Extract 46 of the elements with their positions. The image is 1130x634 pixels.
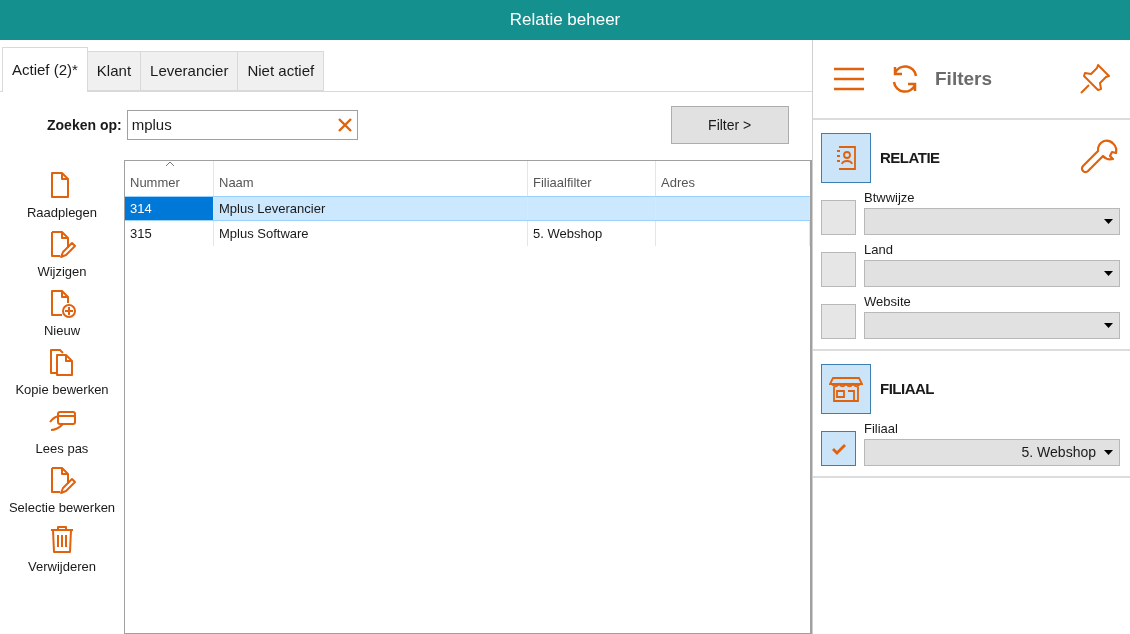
section-title: FILIAAL: [880, 378, 934, 399]
toolbar-action[interactable]: Kopie bewerken: [15, 347, 109, 397]
dropdown-caret-icon: [1104, 450, 1113, 455]
table-cell: Mplus Software: [214, 221, 528, 246]
tab[interactable]: Leverancier: [141, 51, 239, 91]
check-icon: [830, 442, 847, 455]
section-title: RELATIE: [880, 147, 940, 168]
window-title: Relatie beheer: [0, 0, 1130, 40]
table-cell: 5. Webshop: [528, 221, 656, 246]
filters-title: Filters: [935, 66, 993, 91]
search-label: Zoeken op:: [47, 115, 122, 135]
clear-icon[interactable]: [336, 117, 353, 133]
tab[interactable]: Actief (2)*: [2, 47, 88, 92]
filter-dropdown[interactable]: 5. Webshop: [864, 439, 1120, 466]
table-row[interactable]: 315 Mplus Software 5. Webshop: [125, 221, 810, 246]
tab[interactable]: Klant: [87, 51, 142, 91]
search-field[interactable]: mplus: [126, 110, 358, 140]
filter-button[interactable]: Filter >: [670, 106, 789, 144]
toolbar-action[interactable]: Wijzigen: [37, 229, 87, 279]
section-icon-tile[interactable]: [821, 364, 871, 414]
filter-checkbox[interactable]: [821, 200, 856, 235]
table-cell: 315: [125, 221, 214, 246]
toolbar-action[interactable]: Selectie bewerken: [8, 465, 116, 515]
field-label: Btwwijze: [864, 190, 916, 206]
table-cell: 314: [125, 197, 214, 220]
table-cell: Mplus Leverancier: [214, 197, 528, 220]
dropdown-caret-icon: [1104, 271, 1113, 276]
tab[interactable]: Niet actief: [238, 51, 325, 91]
filter-checkbox[interactable]: [821, 304, 856, 339]
field-label: Filiaal: [864, 421, 899, 437]
field-label: Land: [864, 242, 894, 258]
table-row[interactable]: 314 Mplus Leverancier: [125, 196, 810, 221]
dropdown-caret-icon: [1104, 219, 1113, 224]
filter-checkbox[interactable]: [821, 252, 856, 287]
toolbar-action[interactable]: Nieuw: [43, 288, 81, 338]
filter-checkbox[interactable]: [821, 431, 856, 466]
pin-icon[interactable]: [1078, 62, 1112, 96]
menu-icon[interactable]: [833, 66, 865, 92]
toolbar-action[interactable]: Lees pas: [35, 406, 89, 456]
column-header[interactable]: Adres: [656, 161, 810, 196]
toolbar-action[interactable]: Raadplegen: [26, 170, 98, 220]
field-label: Website: [864, 294, 912, 310]
dropdown-caret-icon: [1104, 323, 1113, 328]
section-icon-tile[interactable]: [821, 133, 871, 183]
toolbar-action[interactable]: Verwijderen: [28, 524, 96, 574]
store-icon: [829, 374, 863, 404]
